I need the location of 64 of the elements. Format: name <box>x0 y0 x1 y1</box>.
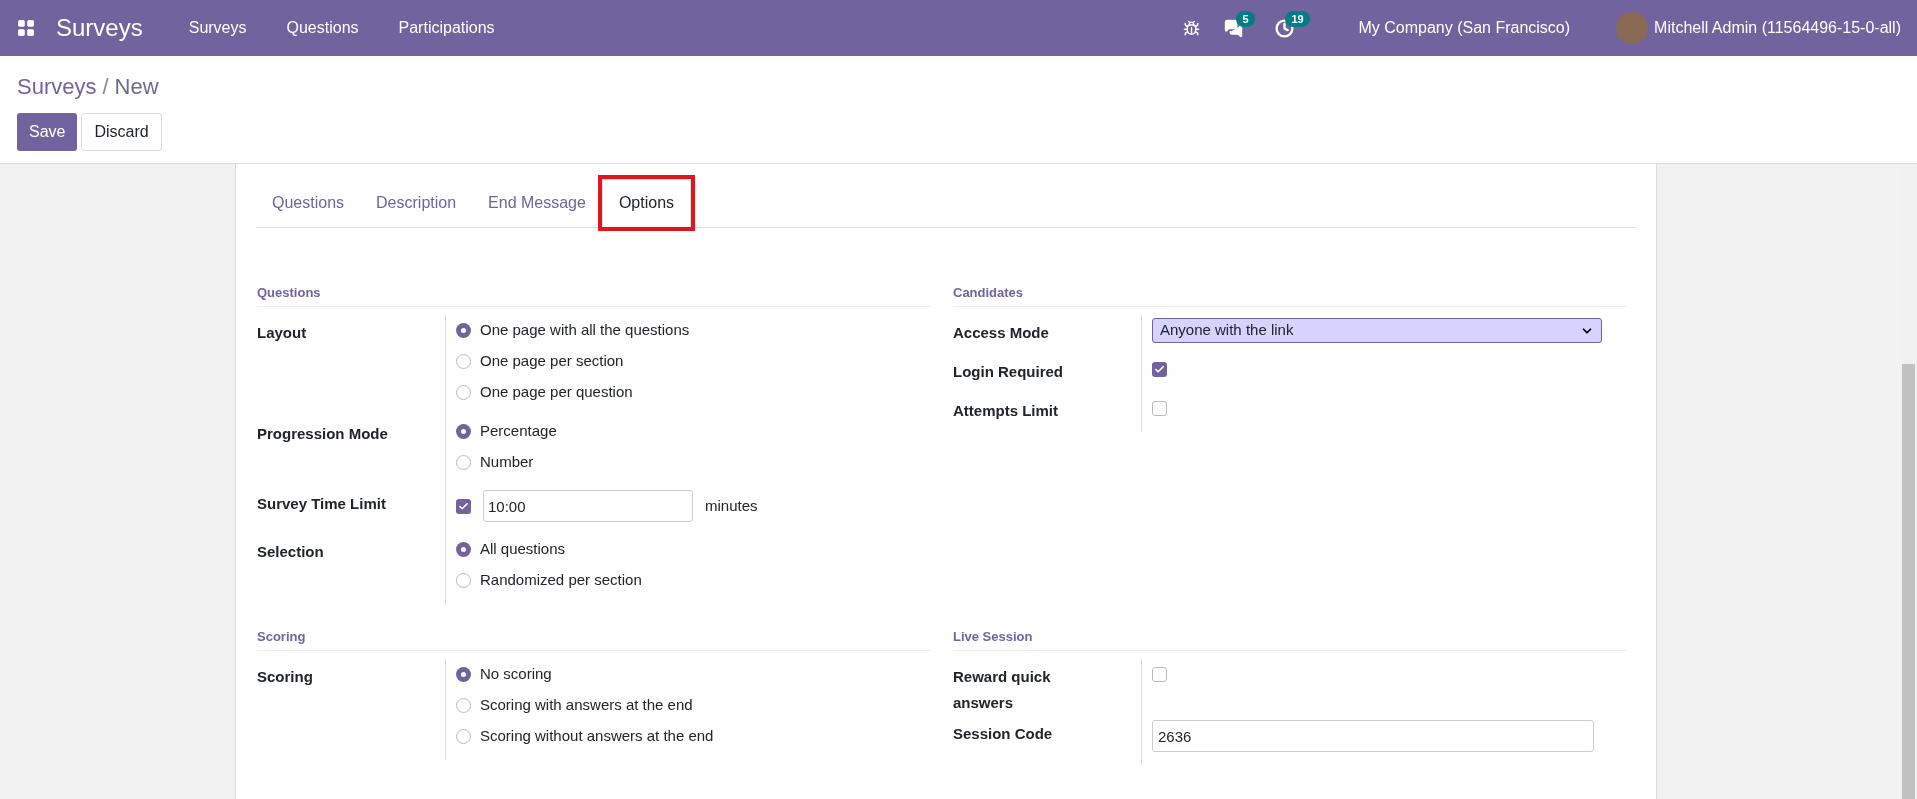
field-label: Layout <box>257 323 308 343</box>
radio-button[interactable] <box>456 729 471 744</box>
menu-item[interactable]: Surveys <box>168 16 267 40</box>
radio-button[interactable] <box>456 323 471 338</box>
field-label: Survey Time Limit <box>257 494 387 514</box>
notification-count: 5 <box>1236 10 1255 27</box>
breadcrumb-separator: / <box>102 73 109 101</box>
chat-icon[interactable] <box>1224 18 1244 38</box>
checkbox[interactable] <box>1152 401 1167 416</box>
tab[interactable]: End Message <box>472 179 602 227</box>
company-switcher[interactable]: My Company (San Francisco) <box>1358 16 1571 40</box>
radio-button[interactable] <box>456 667 471 682</box>
field-label: Attempts Limit <box>953 401 1059 421</box>
section-title: Questions <box>257 285 321 300</box>
radio-label: Number <box>480 452 534 473</box>
radio-button[interactable] <box>456 542 471 557</box>
radio-label: One page with all the questions <box>480 320 690 341</box>
access-mode-dropdown[interactable]: Anyone with the link <box>1152 318 1602 343</box>
menu-item[interactable]: Questions <box>266 16 379 40</box>
field-label: Access Mode <box>953 323 1050 343</box>
radio-label: One page per question <box>480 382 633 403</box>
radio-button[interactable] <box>456 385 471 400</box>
radio-label: Scoring with answers at the end <box>480 695 693 716</box>
radio-button[interactable] <box>456 573 471 588</box>
tab[interactable]: Questions <box>256 179 361 227</box>
apps-menu-icon[interactable] <box>16 18 36 38</box>
save-button[interactable]: Save <box>17 113 78 151</box>
breadcrumb-link[interactable]: Surveys <box>17 70 97 103</box>
notification-count: 19 <box>1285 10 1310 27</box>
field-label: Session Code <box>953 724 1054 744</box>
radio-label: All questions <box>480 539 566 560</box>
unit-label: minutes <box>705 495 758 516</box>
field-label: Login Required <box>953 362 1064 382</box>
checkbox[interactable] <box>456 498 471 514</box>
discard-button[interactable]: Discard <box>81 113 162 151</box>
radio-button[interactable] <box>456 698 471 713</box>
app-title: Surveys <box>56 13 143 43</box>
radio-button[interactable] <box>456 424 471 439</box>
time-limit-field[interactable]: 10:00 <box>483 490 693 522</box>
radio-button[interactable] <box>456 354 471 369</box>
user-menu[interactable]: Mitchell Admin (11564496-15-0-all) <box>1654 16 1901 40</box>
menu-item[interactable]: Participations <box>378 16 515 40</box>
check-icon <box>1154 364 1165 375</box>
radio-label: No scoring <box>480 664 552 685</box>
check-icon <box>458 500 469 512</box>
field-label: Scoring <box>257 667 314 687</box>
session-code-field[interactable]: 2636 <box>1152 720 1594 752</box>
radio-label: One page per section <box>480 351 624 372</box>
section-title: Candidates <box>953 285 1024 300</box>
radio-label: Randomized per section <box>480 570 642 591</box>
field-label: Selection <box>257 542 325 562</box>
bug-icon[interactable] <box>1183 19 1201 37</box>
section-title: Scoring <box>257 629 306 644</box>
tab[interactable]: Description <box>360 179 473 227</box>
field-label: Progression Mode <box>257 424 389 444</box>
checkbox[interactable] <box>1152 667 1167 682</box>
radio-button[interactable] <box>456 455 471 470</box>
breadcrumb-current: New <box>114 73 159 101</box>
field-label: Reward quick answers <box>953 667 1052 713</box>
section-title: Live Session <box>953 629 1033 644</box>
radio-label: Scoring without answers at the end <box>480 726 714 747</box>
checkbox[interactable] <box>1152 362 1167 377</box>
avatar <box>1616 12 1649 44</box>
radio-label: Percentage <box>480 421 557 442</box>
